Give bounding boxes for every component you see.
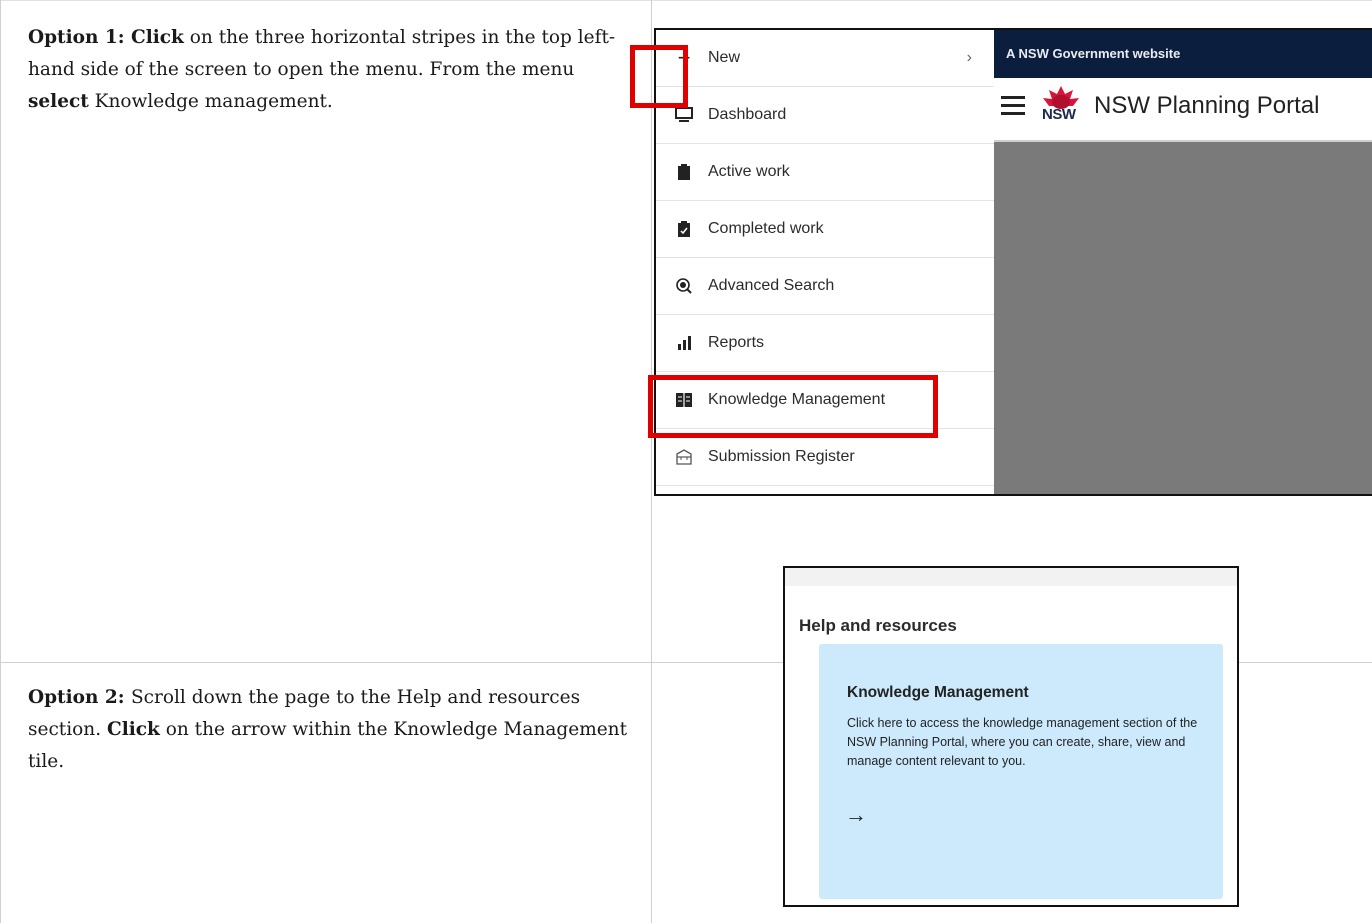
highlight-knowledge-management <box>648 375 938 438</box>
help-section-title: Help and resources <box>799 616 957 635</box>
clipboard-check-icon <box>674 219 694 239</box>
table-column-divider <box>651 0 652 923</box>
table-top-border <box>0 0 1372 1</box>
menu-item-label: Active work <box>708 163 790 180</box>
text-run: Option 1: <box>28 27 131 48</box>
clipboard-icon <box>674 162 694 182</box>
menu-item-completed-work[interactable]: Completed work <box>656 201 994 258</box>
search-icon <box>674 276 694 296</box>
menu-item-new[interactable]: + New › <box>656 30 994 87</box>
text-run: Click <box>106 719 160 740</box>
gov-banner-text: A NSW Government website <box>1006 46 1181 61</box>
tile-description: Click here to access the knowledge manag… <box>847 716 1198 768</box>
arrow-right-icon[interactable]: → <box>845 802 867 828</box>
menu-item-advanced-search[interactable]: Advanced Search <box>656 258 994 315</box>
text-run: Knowledge management. <box>88 91 333 112</box>
text-run: Option 2: <box>28 687 131 708</box>
table-left-border <box>0 0 1 923</box>
menu-item-label: New <box>708 49 741 66</box>
menu-item-reports[interactable]: Reports <box>656 315 994 372</box>
tile-title: Knowledge Management <box>847 684 1029 701</box>
knowledge-management-tile[interactable]: Knowledge Management Click here to acces… <box>819 644 1223 899</box>
monitor-icon <box>674 105 694 125</box>
option-2-instructions: Option 2: Scroll down the page to the He… <box>28 682 638 778</box>
text-run: select <box>28 91 89 112</box>
menu-item-active-work[interactable]: Active work <box>656 144 994 201</box>
highlight-hamburger <box>630 45 688 108</box>
portal-header: NSW NSW Planning Portal <box>994 78 1372 142</box>
inbox-icon <box>674 447 694 467</box>
screenshot-help-resources: Help and resources Knowledge Management … <box>783 566 1239 907</box>
option-1-instructions: Option 1: Click on the three horizontal … <box>28 22 638 118</box>
nsw-logo-text: NSW <box>1042 106 1076 123</box>
hamburger-menu-icon[interactable] <box>998 90 1028 120</box>
menu-item-label: Dashboard <box>708 106 787 123</box>
menu-item-label: Advanced Search <box>708 277 835 294</box>
menu-item-label: Submission Register <box>708 448 855 465</box>
chevron-right-icon: › <box>966 49 972 66</box>
menu-item-label: Completed work <box>708 220 824 237</box>
bar-chart-icon <box>674 333 694 353</box>
menu-item-label: Reports <box>708 334 765 351</box>
text-run: Click <box>131 27 184 48</box>
menu-item-dashboard[interactable]: Dashboard <box>656 87 994 144</box>
portal-title: NSW Planning Portal <box>1094 92 1320 119</box>
